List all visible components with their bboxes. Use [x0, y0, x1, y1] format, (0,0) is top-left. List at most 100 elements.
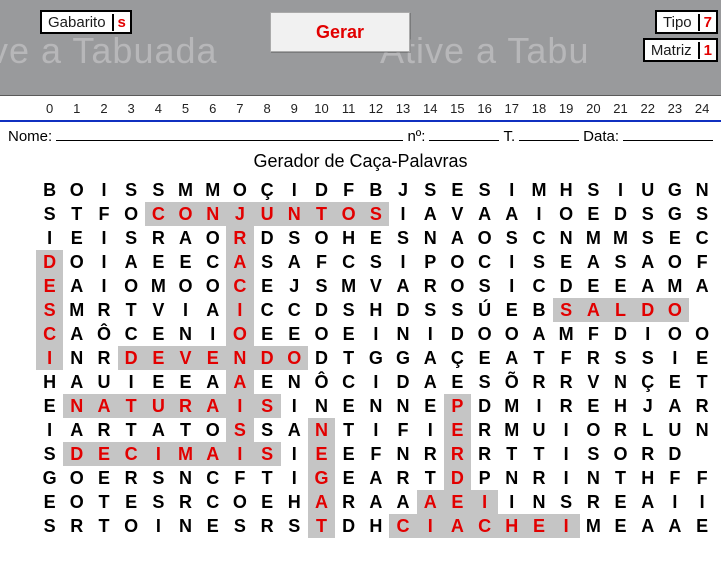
turma-field[interactable]	[519, 125, 579, 141]
grid-cell: A	[362, 466, 389, 490]
grid-cell: O	[199, 226, 226, 250]
grid-cell: I	[118, 370, 145, 394]
grid-cell: R	[335, 490, 362, 514]
grid-cell-highlight: P	[444, 394, 471, 418]
grid-cell: C	[118, 322, 145, 346]
matriz-value: 1	[698, 42, 716, 59]
gabarito-field[interactable]: Gabarito s	[40, 10, 132, 34]
grid-cell: R	[417, 442, 444, 466]
grid-cell: N	[362, 394, 389, 418]
grid-cell: T	[118, 418, 145, 442]
grid-cell: M	[553, 322, 580, 346]
grid-cell: I	[90, 226, 117, 250]
grid-cell-highlight: I	[471, 490, 498, 514]
grid-cell: C	[525, 274, 552, 298]
grid-cell: A	[417, 346, 444, 370]
grid-cell: I	[417, 322, 444, 346]
grid-cell: R	[580, 490, 607, 514]
grid-cell: M	[580, 514, 607, 538]
grid-cell: E	[254, 370, 281, 394]
grid-cell: I	[634, 322, 661, 346]
grid-cell: J	[389, 178, 416, 202]
grid-cell: R	[471, 442, 498, 466]
nome-field[interactable]	[56, 125, 403, 141]
grid-cell: O	[553, 202, 580, 226]
grid-cell-highlight: L	[607, 298, 634, 322]
grid-cell: S	[634, 346, 661, 370]
tipo-field[interactable]: Tipo 7	[655, 10, 718, 34]
tipo-value: 7	[698, 14, 716, 31]
grid-cell: O	[471, 226, 498, 250]
grid-cell: T	[254, 466, 281, 490]
grid-cell-highlight: C	[389, 514, 416, 538]
grid-cell: A	[199, 298, 226, 322]
grid-row: EOTESRCOEHARAAAEIINSREAII	[36, 490, 721, 514]
grid-cell: I	[36, 226, 63, 250]
grid-cell: V	[145, 298, 172, 322]
grid-cell: B	[362, 178, 389, 202]
ruler-tick: 3	[118, 101, 145, 116]
grid-cell-highlight: A	[417, 490, 444, 514]
grid-row: IARTATOSSANTIFIERMUIORLUN	[36, 418, 721, 442]
data-field[interactable]	[623, 125, 713, 141]
grid-row: DOIAEECASAFCSIPOCISEASAOF	[36, 250, 721, 274]
grid-cell: R	[689, 394, 716, 418]
grid-cell: M	[335, 274, 362, 298]
grid-cell: E	[172, 250, 199, 274]
grid-cell-highlight: E	[525, 514, 552, 538]
grid-cell: E	[417, 394, 444, 418]
matriz-field[interactable]: Matriz 1	[643, 38, 718, 62]
grid-cell: T	[335, 418, 362, 442]
grid-cell: M	[172, 178, 199, 202]
grid-cell: A	[634, 490, 661, 514]
grid-cell: F	[389, 418, 416, 442]
grid-cell: S	[498, 226, 525, 250]
grid-cell-highlight: R	[444, 442, 471, 466]
grid-cell-highlight: D	[444, 466, 471, 490]
grid-cell-highlight: O	[172, 202, 199, 226]
grid-cell: S	[145, 178, 172, 202]
ruler-tick: 6	[199, 101, 226, 116]
grid-cell: A	[498, 202, 525, 226]
grid-cell-highlight: I	[226, 298, 253, 322]
grid-cell: A	[118, 250, 145, 274]
ruler-tick: 23	[661, 101, 688, 116]
grid-row: IEISRAORDSOHESNAOSCNMMSEC	[36, 226, 721, 250]
grid-cell: N	[172, 514, 199, 538]
grid-cell-highlight: A	[580, 298, 607, 322]
ruler-tick: 22	[634, 101, 661, 116]
grid-cell: F	[553, 346, 580, 370]
grid-cell-highlight: C	[118, 442, 145, 466]
grid-cell: D	[389, 298, 416, 322]
grid-cell: A	[444, 226, 471, 250]
grid-cell: S	[118, 178, 145, 202]
grid-cell-highlight: A	[199, 442, 226, 466]
grid-cell: S	[36, 442, 63, 466]
numero-field[interactable]	[429, 125, 499, 141]
grid-cell: A	[689, 274, 716, 298]
grid-cell: L	[634, 418, 661, 442]
grid-cell: I	[281, 466, 308, 490]
grid-cell: S	[471, 274, 498, 298]
grid-cell: N	[389, 394, 416, 418]
grid-cell: E	[145, 322, 172, 346]
grid-cell-highlight: D	[36, 250, 63, 274]
grid-cell: E	[90, 466, 117, 490]
grid-cell: I	[498, 250, 525, 274]
grid-cell: I	[553, 418, 580, 442]
grid-cell: F	[689, 466, 716, 490]
grid-cell: A	[63, 418, 90, 442]
grid-cell: T	[118, 298, 145, 322]
grid-cell: E	[580, 274, 607, 298]
grid-cell: O	[607, 442, 634, 466]
grid-cell: F	[362, 442, 389, 466]
grid-cell: O	[444, 250, 471, 274]
ruler-tick: 8	[254, 101, 281, 116]
grid-cell: Ô	[90, 322, 117, 346]
gerar-button[interactable]: Gerar	[270, 12, 410, 52]
grid-cell: R	[63, 514, 90, 538]
grid-cell: S	[362, 250, 389, 274]
grid-cell: S	[689, 202, 716, 226]
grid-cell-highlight: D	[254, 346, 281, 370]
grid-cell: M	[661, 274, 688, 298]
